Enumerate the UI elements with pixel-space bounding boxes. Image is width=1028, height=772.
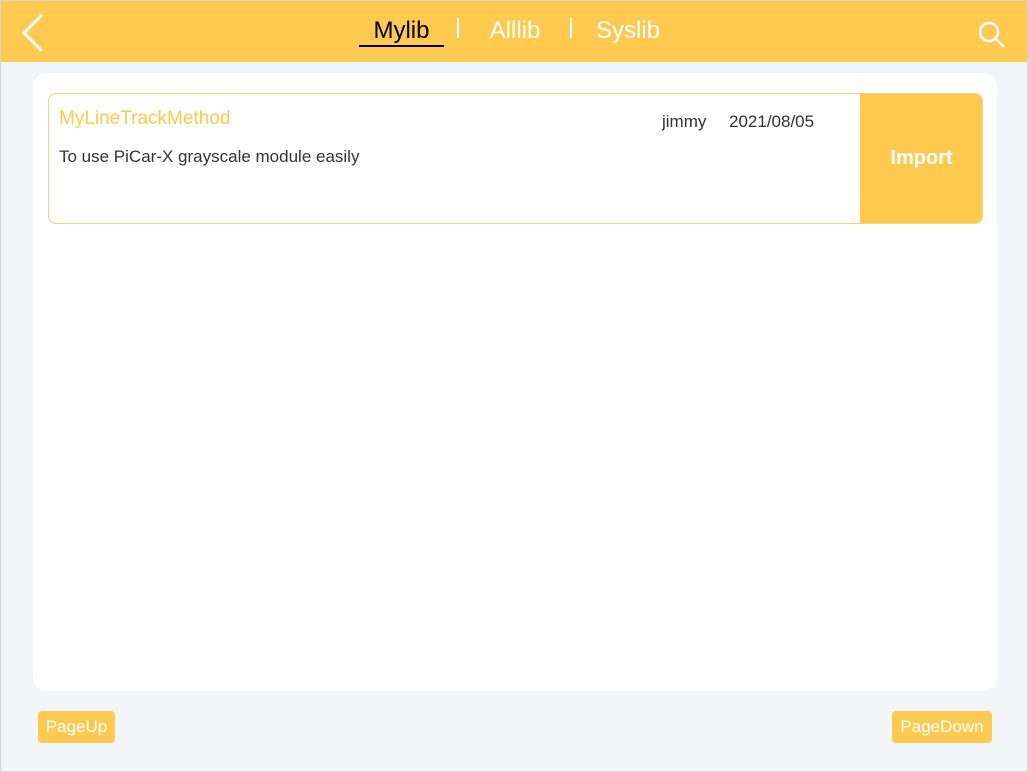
item-author: jimmy bbox=[662, 112, 707, 131]
search-icon bbox=[978, 21, 1005, 48]
tab-divider bbox=[457, 18, 459, 38]
item-date: 2021/08/05 bbox=[729, 112, 815, 131]
tab-mylib[interactable]: Mylib bbox=[359, 17, 444, 47]
search-button[interactable] bbox=[976, 19, 1006, 49]
page-up-button[interactable]: PageUp bbox=[38, 711, 115, 743]
library-panel: MyLineTrackMethod jimmy 2021/08/05 To us… bbox=[33, 73, 997, 691]
back-button[interactable] bbox=[15, 13, 51, 53]
top-bar: Mylib Alllib Syslib bbox=[1, 1, 1027, 62]
tab-divider bbox=[570, 18, 572, 38]
tab-syslib[interactable]: Syslib bbox=[591, 17, 665, 47]
import-button[interactable]: Import bbox=[860, 94, 982, 223]
library-item: MyLineTrackMethod jimmy 2021/08/05 To us… bbox=[48, 93, 983, 224]
active-tab-indicator bbox=[359, 45, 444, 47]
app-window: Mylib Alllib Syslib MyLineTrackMethod ji… bbox=[0, 0, 1028, 772]
chevron-left-icon bbox=[22, 14, 43, 52]
item-title: MyLineTrackMethod bbox=[59, 108, 231, 129]
page-down-button[interactable]: PageDown bbox=[892, 711, 992, 743]
tab-alllib[interactable]: Alllib bbox=[479, 17, 551, 47]
item-description: To use PiCar-X grayscale module easily bbox=[59, 147, 360, 166]
